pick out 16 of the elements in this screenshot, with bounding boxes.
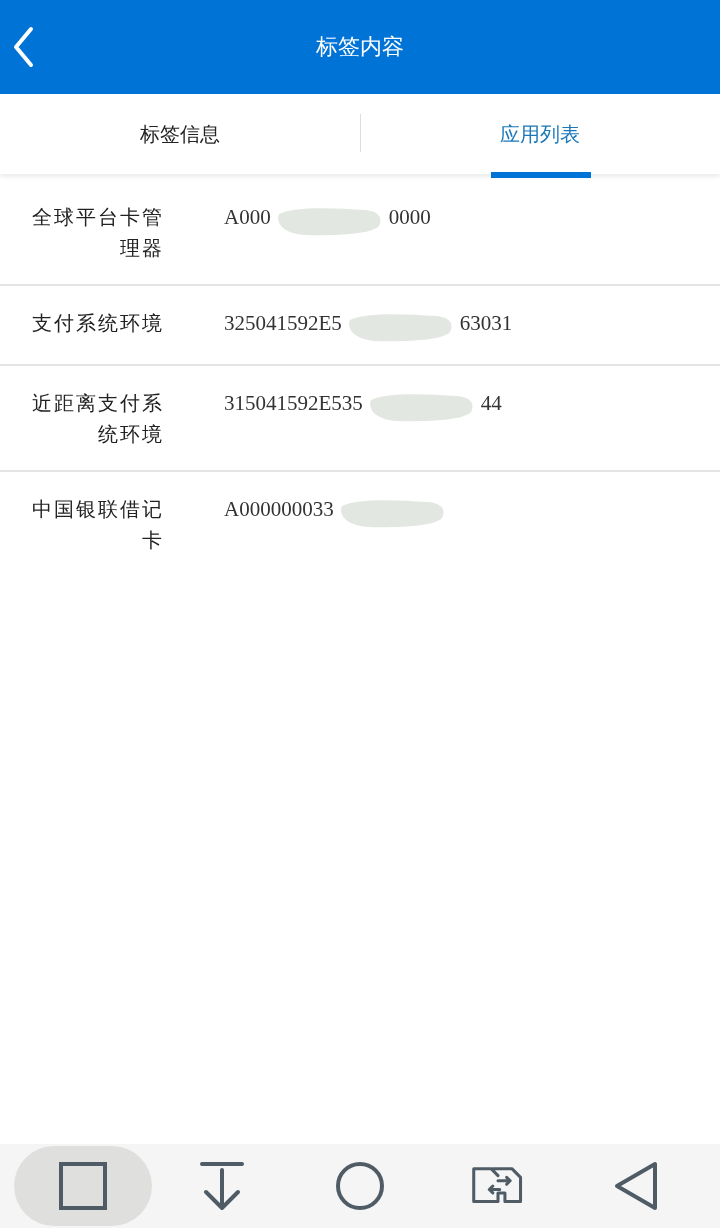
app-id: 315041592E535 [224, 390, 363, 417]
app-id: A000 [224, 204, 271, 231]
page-title: 标签内容 [316, 33, 404, 61]
app-id: 325041592E5 [224, 310, 342, 337]
app-id: 0000 [388, 204, 431, 231]
home-icon [333, 1160, 386, 1212]
app-name: 中国银联借记卡 [31, 496, 164, 554]
app-id: 63031 [459, 310, 513, 337]
back-icon[interactable] [12, 26, 34, 68]
square-icon [57, 1160, 110, 1212]
app-name: 全球平台卡管理器 [31, 204, 164, 262]
app-id: 44 [480, 390, 502, 417]
app-name: 支付系统环境 [31, 310, 164, 337]
app-name: 近距离支付系统环境 [31, 390, 164, 448]
tab[interactable]: 标签信息 [0, 94, 360, 174]
app-id: A000000033 [224, 496, 334, 523]
